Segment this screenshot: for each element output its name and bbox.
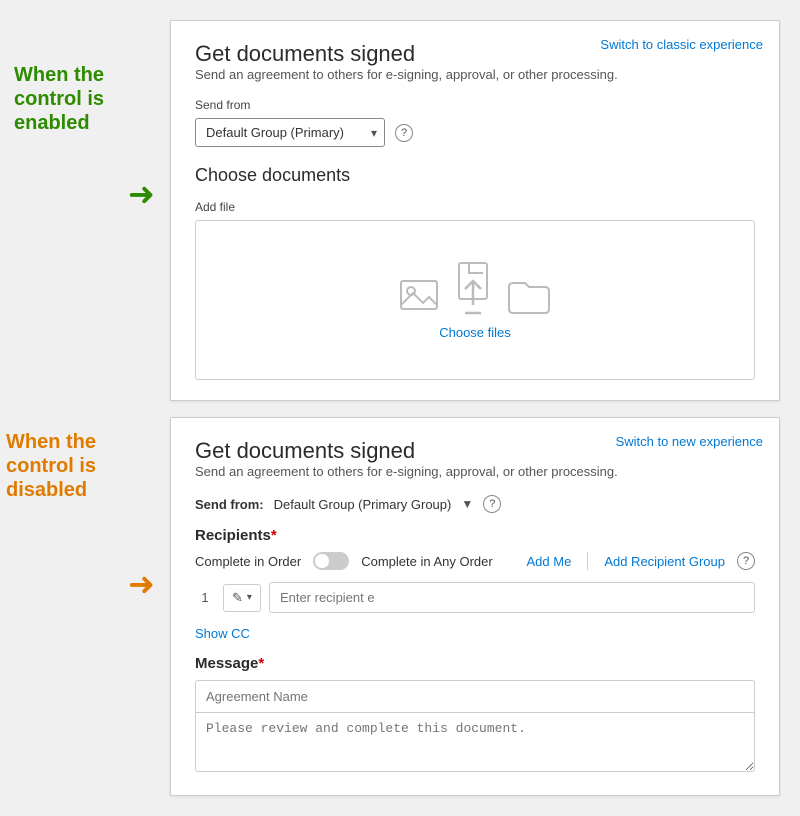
required-star: * [271, 527, 277, 544]
add-file-label: Add file [195, 200, 755, 214]
folder-icon [507, 277, 551, 315]
upload-icons-group [399, 261, 551, 315]
panel2-send-from-arrow[interactable]: ▼ [461, 497, 473, 511]
recipients-divider [587, 552, 588, 570]
panel2-subtitle: Send an agreement to others for e-signin… [195, 464, 755, 479]
panel-disabled: Get documents signed Switch to new exper… [170, 417, 780, 796]
recipients-help-icon[interactable]: ? [737, 552, 755, 570]
panel1-title: Get documents signed [195, 41, 415, 66]
add-me-link[interactable]: Add Me [527, 554, 572, 569]
arrow-disabled: ➜ [128, 565, 155, 603]
recipients-controls-row: Complete in Order Complete in Any Order … [195, 552, 755, 570]
panel-enabled: Get documents signed Switch to classic e… [170, 20, 780, 401]
file-upload-area[interactable]: Choose files [195, 220, 755, 380]
complete-any-order-label: Complete in Any Order [361, 554, 493, 569]
upload-arrow-icon [455, 261, 499, 315]
image-icon [399, 275, 447, 315]
complete-in-order-label: Complete in Order [195, 554, 301, 569]
message-required-star: * [258, 655, 264, 672]
pen-icon: ✎ [232, 590, 243, 606]
switch-to-classic-link[interactable]: Switch to classic experience [600, 37, 763, 52]
annotation-enabled: When the control is enabled [6, 55, 126, 143]
add-recipient-group-link[interactable]: Add Recipient Group [604, 554, 725, 569]
recipient-icon-btn[interactable]: ✎ ▾ [223, 584, 261, 612]
recipients-heading: Recipients* [195, 527, 755, 544]
send-from-dropdown-wrapper: Default Group (Primary) [195, 118, 385, 147]
show-cc-link[interactable]: Show CC [195, 626, 250, 641]
recipient-icon-chevron: ▾ [247, 592, 252, 603]
recipient-input[interactable] [269, 582, 755, 613]
send-from-help-icon[interactable]: ? [395, 124, 413, 142]
message-body-input[interactable] [195, 712, 755, 772]
complete-order-toggle[interactable] [313, 552, 349, 570]
panel2-help-icon[interactable]: ? [483, 495, 501, 513]
send-from-row: Default Group (Primary) ? [195, 118, 755, 147]
recipient-number: 1 [195, 590, 215, 605]
send-from-label: Send from [195, 98, 755, 112]
panel2-send-from-value: Default Group (Primary Group) [274, 497, 452, 512]
agreement-name-input[interactable] [195, 680, 755, 712]
panel2-send-from-label: Send from: [195, 497, 264, 512]
panel2-send-from-row: Send from: Default Group (Primary Group)… [195, 495, 755, 513]
switch-to-new-link[interactable]: Switch to new experience [616, 434, 763, 449]
send-from-dropdown[interactable]: Default Group (Primary) [195, 118, 385, 147]
annotation-disabled: When thecontrol isdisabled [6, 430, 131, 502]
message-heading: Message* [195, 655, 755, 672]
panel2-title: Get documents signed [195, 438, 415, 463]
arrow-enabled: ➜ [128, 175, 155, 213]
panel1-subtitle: Send an agreement to others for e-signin… [195, 67, 755, 82]
recipient-row: 1 ✎ ▾ [195, 582, 755, 613]
choose-documents-heading: Choose documents [195, 165, 755, 186]
choose-files-link[interactable]: Choose files [439, 325, 511, 340]
